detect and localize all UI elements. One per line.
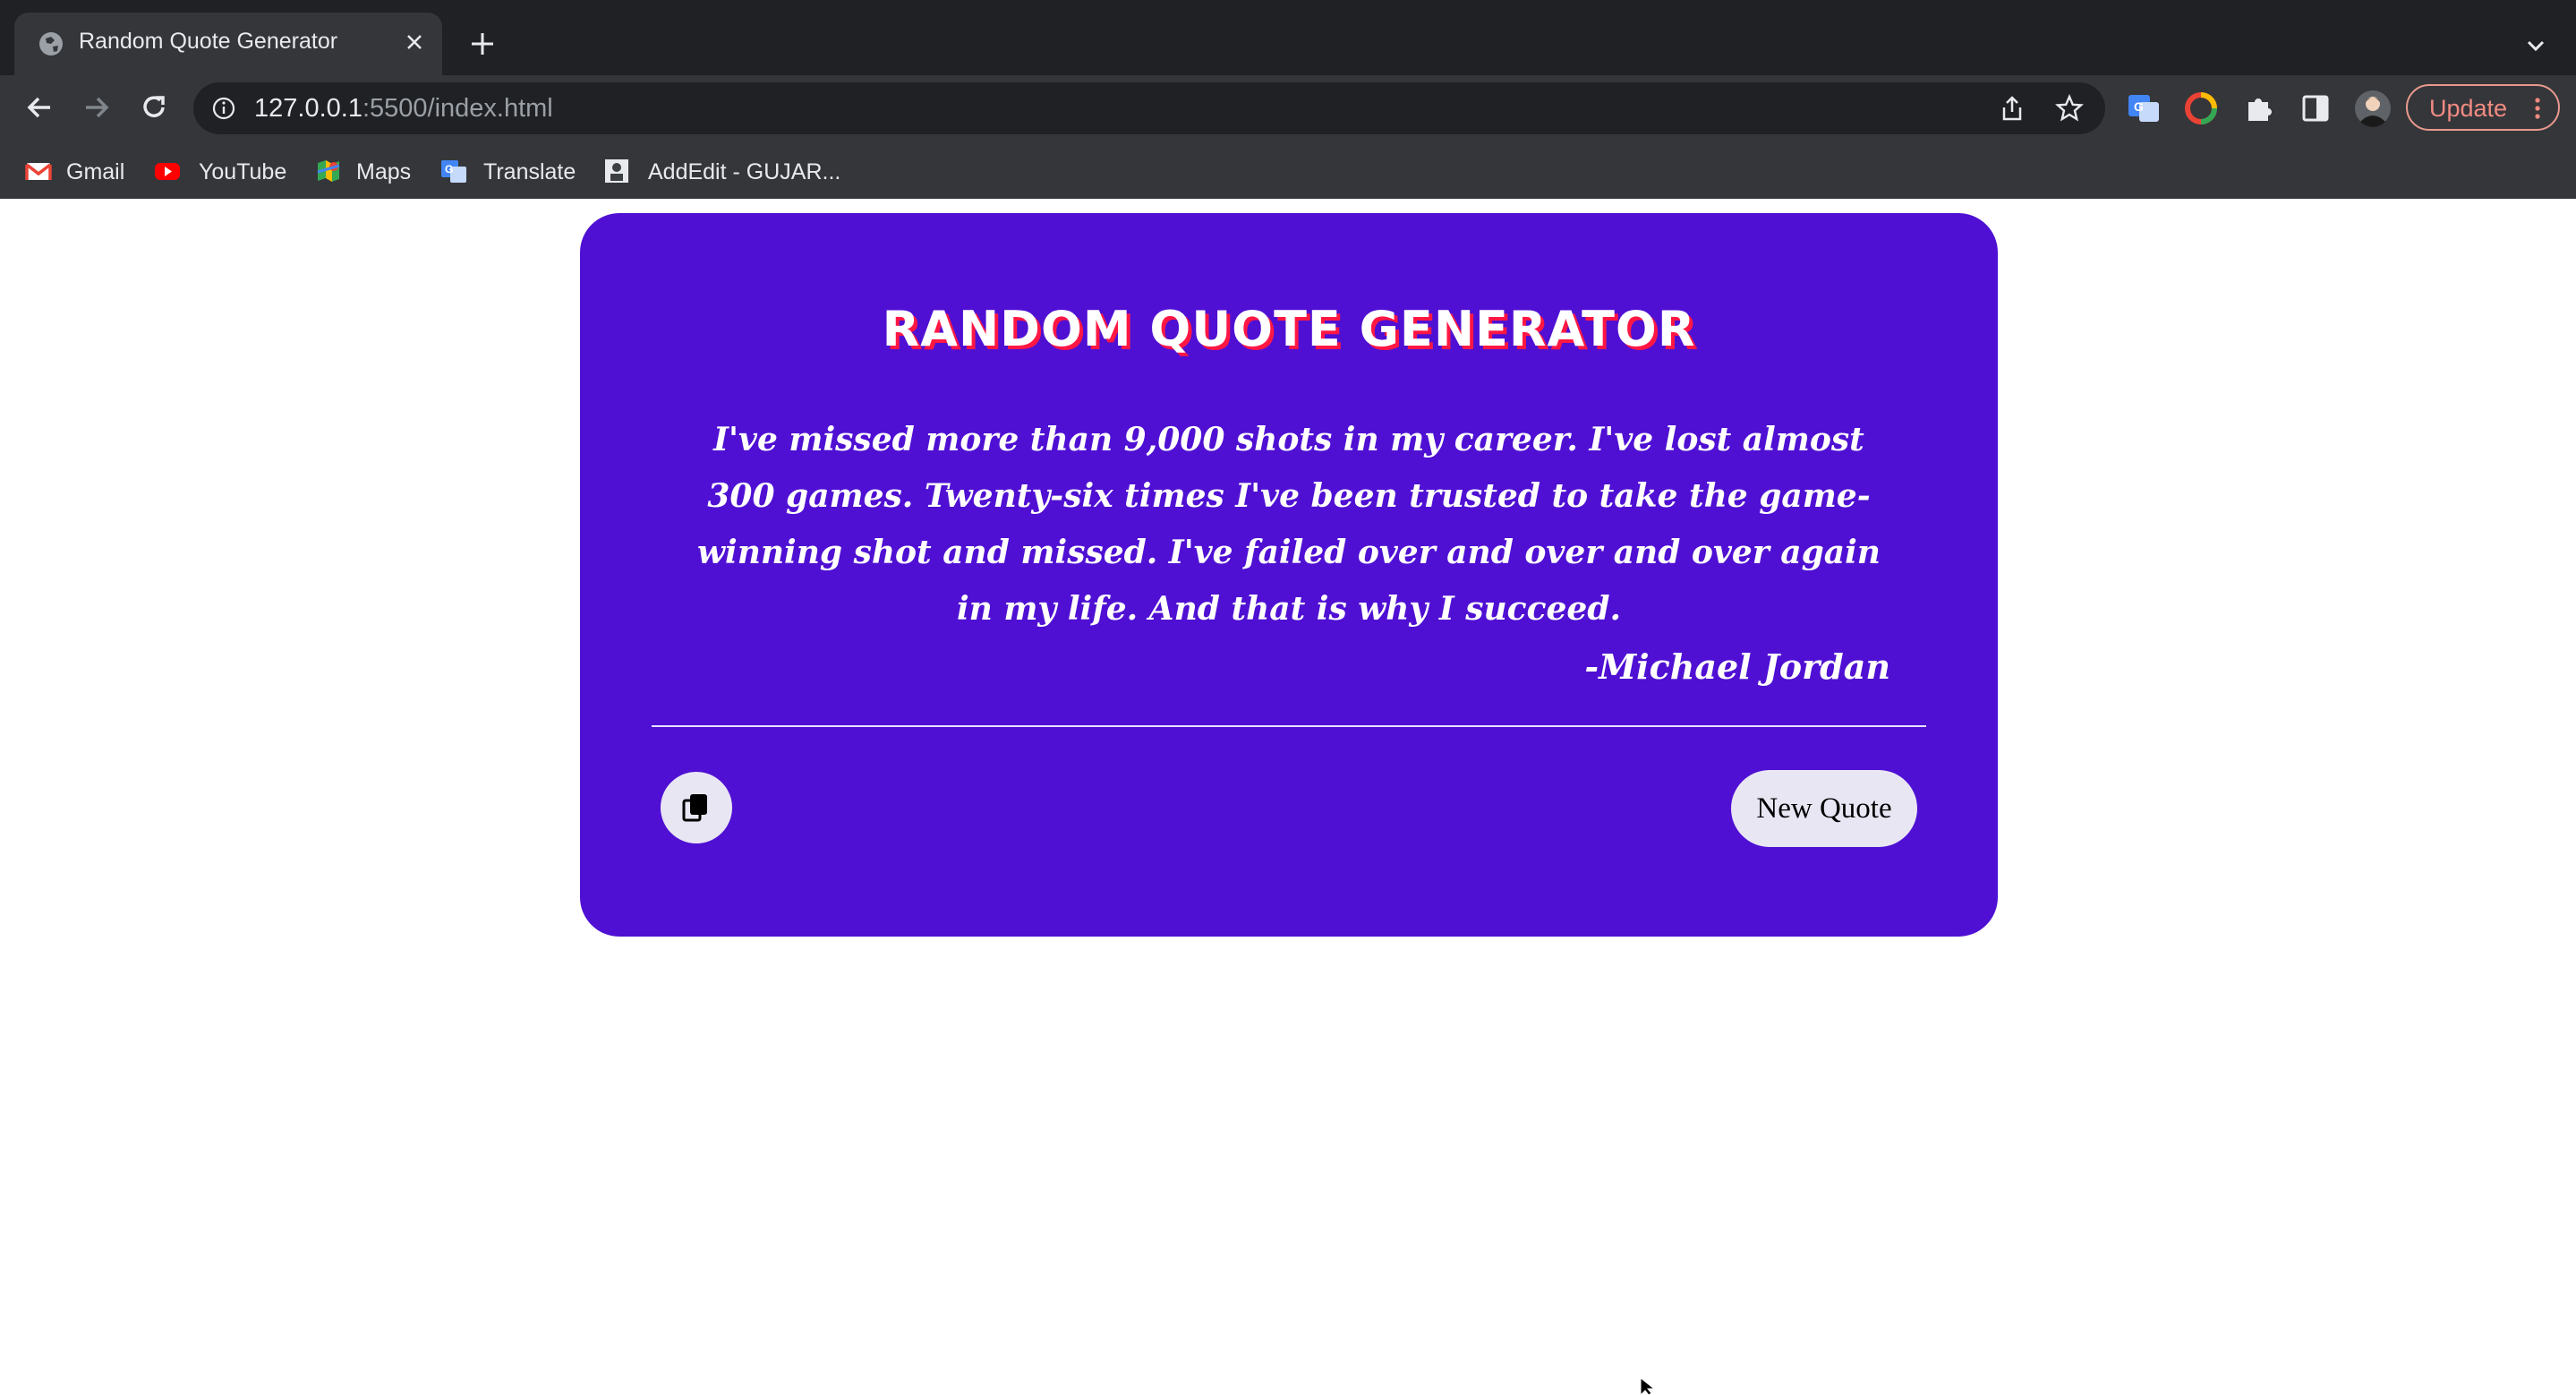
new-tab-icon[interactable] bbox=[467, 29, 498, 59]
tab-title: Random Quote Generator bbox=[79, 29, 338, 54]
browser-chrome: Random Quote Generator 127.0.0.1:5500/in… bbox=[0, 0, 2576, 199]
bookmark-label: Gmail bbox=[66, 159, 125, 184]
puzzle-extensions-icon[interactable] bbox=[2241, 91, 2275, 125]
google-translate-extension-icon[interactable]: G bbox=[2127, 91, 2161, 125]
back-icon[interactable] bbox=[21, 90, 57, 125]
forward-icon[interactable] bbox=[79, 90, 115, 125]
quote-card: RANDOM QUOTE GENERATOR I've missed more … bbox=[580, 213, 1998, 937]
youtube-icon bbox=[155, 163, 180, 180]
star-icon[interactable] bbox=[2055, 94, 2084, 123]
bookmarks-bar: Gmail YouTube Maps G Translate AddEdit -… bbox=[0, 143, 2576, 199]
globe-icon bbox=[39, 32, 63, 56]
new-quote-button[interactable]: New Quote bbox=[1731, 770, 1917, 847]
share-icon[interactable] bbox=[1998, 94, 2026, 123]
bookmark-label: YouTube bbox=[199, 159, 287, 184]
address-bar[interactable]: 127.0.0.1:5500/index.html bbox=[193, 82, 2105, 134]
maps-icon bbox=[317, 160, 340, 182]
page-content: RANDOM QUOTE GENERATOR I've missed more … bbox=[0, 199, 2576, 1395]
close-tab-icon[interactable] bbox=[401, 29, 428, 56]
url-text: 127.0.0.1:5500/index.html bbox=[254, 94, 553, 124]
quote-author: -Michael Jordan bbox=[1584, 646, 1890, 687]
reload-icon[interactable] bbox=[136, 90, 172, 125]
update-label: Update bbox=[2429, 95, 2508, 122]
url-path: :5500/index.html bbox=[362, 94, 553, 123]
bookmark-translate[interactable]: G Translate bbox=[440, 154, 584, 188]
bookmark-label: Translate bbox=[483, 159, 576, 184]
bookmark-youtube[interactable]: YouTube bbox=[154, 154, 288, 188]
divider bbox=[652, 725, 1926, 727]
bookmark-label: AddEdit - GUJAR... bbox=[648, 159, 841, 184]
svg-text:G: G bbox=[445, 163, 453, 175]
color-wheel-extension-icon[interactable] bbox=[2184, 91, 2218, 125]
url-host: 127.0.0.1 bbox=[254, 94, 363, 123]
gmail-icon bbox=[25, 163, 52, 180]
side-panel-icon[interactable] bbox=[2299, 91, 2333, 125]
translate-icon: G bbox=[441, 160, 466, 183]
addedit-icon bbox=[605, 159, 628, 183]
bookmark-addedit[interactable]: AddEdit - GUJAR... bbox=[603, 154, 854, 188]
chevron-down-icon[interactable] bbox=[2522, 32, 2549, 59]
bookmark-gmail[interactable]: Gmail bbox=[25, 154, 132, 188]
update-button[interactable]: Update bbox=[2406, 84, 2560, 131]
active-tab[interactable]: Random Quote Generator bbox=[14, 13, 442, 75]
copy-icon bbox=[682, 794, 707, 822]
bookmark-maps[interactable]: Maps bbox=[315, 154, 422, 188]
bookmark-label: Maps bbox=[356, 159, 412, 184]
more-menu-icon[interactable] bbox=[2531, 95, 2544, 122]
svg-text:G: G bbox=[2134, 99, 2144, 114]
mouse-cursor-icon bbox=[1640, 1377, 1656, 1395]
tab-strip: Random Quote Generator bbox=[0, 0, 2576, 75]
site-info-icon[interactable] bbox=[211, 96, 236, 121]
page-title: RANDOM QUOTE GENERATOR bbox=[882, 301, 1696, 357]
quote-text: I've missed more than 9,000 shots in my … bbox=[697, 421, 1881, 628]
copy-button[interactable] bbox=[661, 772, 732, 843]
profile-avatar-icon[interactable] bbox=[2354, 90, 2392, 127]
